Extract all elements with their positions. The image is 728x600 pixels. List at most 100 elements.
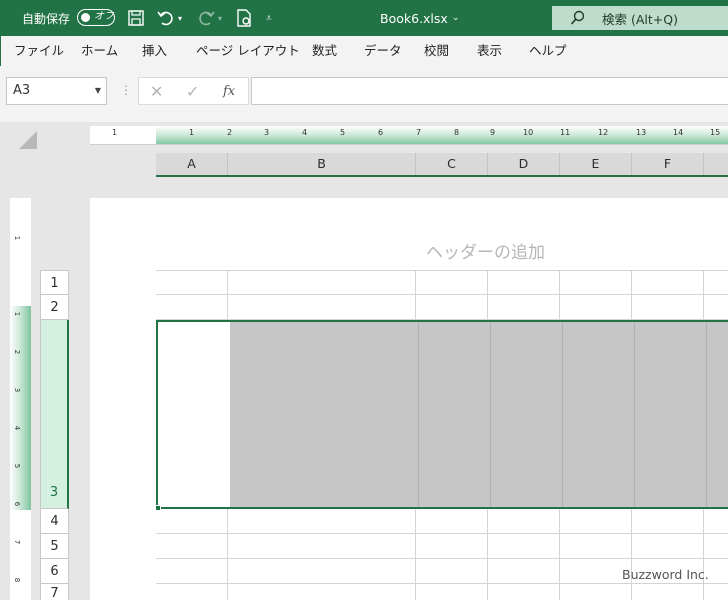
ruler-tick: 2 — [13, 349, 22, 355]
cell-d4[interactable] — [488, 509, 560, 533]
enter-icon[interactable]: ✓ — [186, 82, 199, 101]
formula-bar: A3 ▼ ⋮ ✕ ✓ fx — [0, 66, 728, 122]
undo-icon[interactable] — [156, 8, 176, 28]
select-all-corner[interactable] — [19, 131, 37, 149]
row-header-6[interactable]: 6 — [40, 559, 69, 584]
ruler-tick: 1 — [13, 235, 22, 241]
tab-help[interactable]: ヘルプ — [529, 36, 567, 66]
cancel-icon[interactable]: ✕ — [150, 82, 163, 101]
undo-dropdown-icon[interactable]: ▾ — [178, 0, 182, 36]
cell-d5[interactable] — [488, 534, 560, 558]
column-header-g[interactable] — [704, 153, 728, 175]
ruler-tick: 7 — [13, 539, 22, 545]
ruler-tick: 1 — [189, 128, 195, 137]
search-box[interactable]: 検索 (Alt+Q) — [552, 6, 728, 30]
cell-f1[interactable] — [632, 271, 704, 294]
autosave-toggle[interactable]: オフ — [77, 9, 115, 26]
tab-formulas[interactable]: 数式 — [312, 36, 337, 66]
tab-data[interactable]: データ — [364, 36, 402, 66]
cell-d7[interactable] — [488, 584, 560, 600]
customize-qat-icon[interactable]: ⩡ — [266, 0, 272, 36]
cell-b7[interactable] — [228, 584, 416, 600]
row-header-2[interactable]: 2 — [40, 295, 69, 320]
cell-c7[interactable] — [416, 584, 488, 600]
tab-home[interactable]: ホーム — [81, 36, 118, 66]
cell-d1[interactable] — [488, 271, 560, 294]
cell-d2[interactable] — [488, 295, 560, 319]
tab-insert[interactable]: 挿入 — [142, 36, 167, 66]
cell-f2[interactable] — [632, 295, 704, 319]
cell-e1[interactable] — [560, 271, 632, 294]
ruler-tick: 4 — [302, 128, 308, 137]
ruler-tick: 10 — [523, 128, 534, 137]
cell-c1[interactable] — [416, 271, 488, 294]
tab-file[interactable]: ファイル — [14, 36, 64, 66]
column-divider — [418, 322, 419, 507]
cell-a5[interactable] — [156, 534, 228, 558]
save-icon[interactable] — [126, 8, 146, 28]
name-box[interactable]: A3 ▼ — [6, 77, 107, 105]
title-bar: 自動保存 オフ ▾ ▾ ⩡ Book6.xlsx ⌄ 検索 (Alt+Q) — [0, 0, 728, 36]
cell-b5[interactable] — [228, 534, 416, 558]
insert-function-icon[interactable]: fx — [223, 84, 235, 99]
cell-c6[interactable] — [416, 559, 488, 583]
formula-buttons: ✕ ✓ fx — [138, 77, 249, 105]
cell-e2[interactable] — [560, 295, 632, 319]
ribbon-tabs: ファイル ホーム 挿入 ページ レイアウト 数式 データ 校閲 表示 ヘルプ — [0, 36, 728, 66]
filename: Book6.xlsx — [380, 10, 448, 26]
cell-c5[interactable] — [416, 534, 488, 558]
ruler-tick: 4 — [13, 425, 22, 431]
column-header-d[interactable]: D — [488, 153, 560, 175]
column-header-f[interactable]: F — [632, 153, 704, 175]
cell-f5[interactable] — [632, 534, 704, 558]
cell-a4[interactable] — [156, 509, 228, 533]
ruler-printable-area — [10, 306, 31, 510]
cell-e7[interactable] — [560, 584, 632, 600]
column-header-b[interactable]: B — [228, 153, 416, 175]
print-preview-icon[interactable] — [234, 8, 254, 28]
tab-page-layout[interactable]: ページ レイアウト — [196, 36, 300, 66]
row-header-3[interactable]: 3 — [40, 320, 69, 509]
ruler-tick: 7 — [416, 128, 422, 137]
header-placeholder[interactable]: ヘッダーの追加 — [426, 238, 545, 263]
cell-d6[interactable] — [488, 559, 560, 583]
cell-e5[interactable] — [560, 534, 632, 558]
column-header-a[interactable]: A — [156, 153, 228, 175]
formula-input[interactable] — [251, 77, 728, 105]
cell-c2[interactable] — [416, 295, 488, 319]
cell-b1[interactable] — [228, 271, 416, 294]
name-box-dropdown-icon[interactable]: ▼ — [95, 78, 101, 104]
selection-highlight — [230, 322, 728, 507]
grid-row-7 — [156, 584, 728, 600]
tab-view[interactable]: 表示 — [477, 36, 502, 66]
ruler-tick: 6 — [13, 501, 22, 507]
redo-dropdown-icon[interactable]: ▾ — [218, 0, 222, 36]
selected-row-3[interactable] — [156, 320, 728, 509]
tab-review[interactable]: 校閲 — [424, 36, 449, 66]
cell-f7[interactable] — [632, 584, 704, 600]
row-header-5[interactable]: 5 — [40, 534, 69, 559]
cell-a7[interactable] — [156, 584, 228, 600]
row-header-7[interactable]: 7 — [40, 584, 69, 600]
cell-e4[interactable] — [560, 509, 632, 533]
ruler-tick: 1 — [112, 128, 118, 137]
document-title[interactable]: Book6.xlsx ⌄ — [380, 0, 459, 36]
column-headers: A B C D E F — [156, 153, 728, 177]
cell-c4[interactable] — [416, 509, 488, 533]
column-header-c[interactable]: C — [416, 153, 488, 175]
cell-f4[interactable] — [632, 509, 704, 533]
column-divider — [490, 322, 491, 507]
horizontal-ruler: 1 1 2 3 4 5 6 7 8 9 10 11 12 13 14 15 — [90, 126, 728, 145]
cell-b6[interactable] — [228, 559, 416, 583]
cell-a1[interactable] — [156, 271, 228, 294]
ruler-tick: 2 — [227, 128, 233, 137]
column-header-e[interactable]: E — [560, 153, 632, 175]
row-header-4[interactable]: 4 — [40, 509, 69, 534]
cell-b4[interactable] — [228, 509, 416, 533]
row-header-1[interactable]: 1 — [40, 270, 69, 295]
redo-icon[interactable] — [196, 8, 216, 28]
cell-a2[interactable] — [156, 295, 228, 319]
cell-b2[interactable] — [228, 295, 416, 319]
cell-a6[interactable] — [156, 559, 228, 583]
ruler-tick: 12 — [598, 128, 609, 137]
